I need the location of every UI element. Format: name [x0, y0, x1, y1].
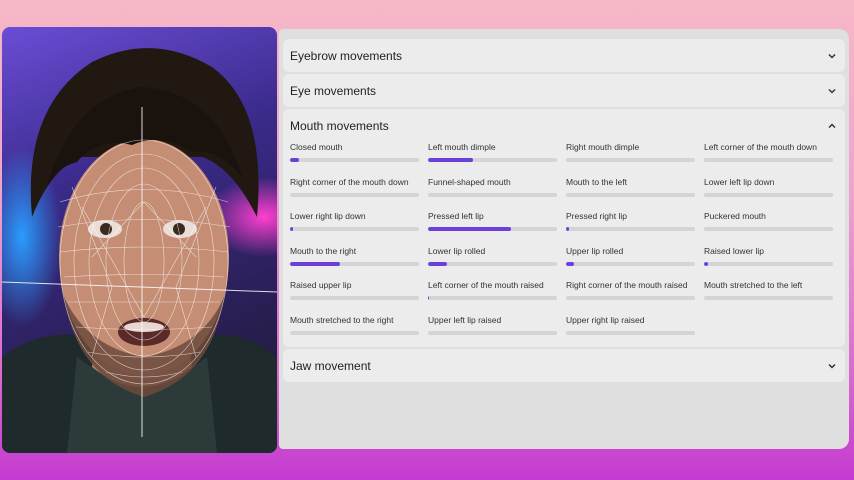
movement-progress-bar	[428, 296, 557, 300]
movement-progress-bar	[566, 296, 695, 300]
movement-progress-bar	[566, 227, 695, 231]
section-title: Eye movements	[290, 84, 377, 98]
movement-progress-bar	[428, 330, 557, 335]
movement-progress-bar	[290, 261, 419, 266]
movement-label: Upper lip rolled	[566, 245, 624, 256]
movement-item: Mouth to the left	[566, 177, 696, 197]
movement-item: Funnel-shaped mouth	[428, 177, 558, 197]
movement-label: Mouth to the left	[566, 176, 627, 187]
movement-label: Funnel-shaped mouth	[428, 176, 511, 187]
section-eyebrow-movements[interactable]: Eyebrow movements	[283, 39, 845, 72]
chevron-up-icon[interactable]	[827, 121, 837, 131]
section-mouth-movements[interactable]: Mouth movements Closed mouth Left mouth d…	[283, 109, 845, 347]
movement-progress-bar	[290, 296, 419, 300]
movement-progress-fill	[428, 261, 448, 266]
chevron-down-icon[interactable]	[827, 361, 837, 371]
movement-progress-fill	[566, 261, 574, 266]
movement-label: Right mouth dimple	[566, 142, 640, 152]
movement-label: Raised upper lip	[290, 280, 352, 290]
movement-progress-bar	[428, 227, 557, 231]
movement-progress-bar	[566, 192, 695, 197]
chevron-down-icon[interactable]	[827, 86, 837, 96]
chevron-down-icon[interactable]	[827, 51, 837, 61]
movement-label: Left mouth dimple	[428, 142, 496, 152]
movement-item: Upper lip rolled	[566, 246, 696, 266]
movement-item: Lower left lip down	[704, 177, 834, 197]
movement-progress-bar	[704, 158, 833, 162]
movement-progress-bar	[704, 192, 833, 197]
movement-progress-bar	[566, 330, 695, 335]
movement-item: Puckered mouth	[704, 211, 834, 231]
movement-label: Raised lower lip	[704, 245, 764, 256]
movement-item: Closed mouth	[290, 142, 420, 162]
section-eye-movements[interactable]: Eye movements	[283, 74, 845, 107]
face-mesh-preview	[2, 48, 277, 453]
camera-feed	[2, 27, 277, 453]
movement-label: Right corner of the mouth raised	[566, 280, 688, 290]
movement-progress-bar	[290, 330, 419, 335]
movement-label: Mouth to the right	[290, 245, 357, 256]
movement-label: Mouth stretched to the left	[704, 280, 803, 290]
movement-item: Mouth stretched to the right	[290, 315, 420, 335]
movement-progress-fill	[428, 227, 511, 231]
movement-item: Pressed left lip	[428, 211, 558, 231]
movement-item: Lower lip rolled	[428, 246, 558, 266]
section-jaw-movement[interactable]: Jaw movement	[283, 349, 845, 382]
movement-item: Left corner of the mouth raised	[428, 280, 558, 300]
movement-label: Lower left lip down	[704, 176, 775, 187]
movement-progress-bar	[428, 158, 557, 162]
movement-label: Lower lip rolled	[428, 245, 486, 256]
movement-progress-bar	[290, 227, 419, 231]
movement-progress-bar	[290, 192, 419, 197]
section-title: Mouth movements	[290, 119, 389, 133]
section-title: Eyebrow movements	[290, 49, 403, 63]
movement-item: Raised lower lip	[704, 246, 834, 266]
movement-progress-bar	[704, 296, 833, 300]
movement-item: Right corner of the mouth down	[290, 177, 420, 197]
movement-label: Right corner of the mouth down	[290, 176, 409, 187]
movement-label: Lower right lip down	[290, 211, 366, 221]
movement-progress-fill	[290, 227, 293, 231]
movement-label: Mouth stretched to the right	[290, 314, 394, 325]
movement-progress-bar	[290, 158, 419, 162]
movement-item: Right mouth dimple	[566, 142, 696, 162]
section-title: Jaw movement	[290, 359, 371, 373]
movement-label: Upper right lip raised	[566, 314, 645, 325]
movement-label: Pressed left lip	[428, 211, 484, 221]
movement-progress-bar	[566, 261, 695, 266]
movement-progress-fill	[428, 158, 474, 162]
movement-item: Pressed right lip	[566, 211, 696, 231]
movement-label: Closed mouth	[290, 142, 343, 152]
facial-movements-panel: Eyebrow movements Eye movements Mouth mo…	[279, 29, 849, 449]
movement-label: Puckered mouth	[704, 211, 766, 221]
movement-item: Mouth to the right	[290, 246, 420, 266]
movement-item: Left corner of the mouth down	[704, 142, 834, 162]
movement-item: Raised upper lip	[290, 280, 420, 300]
movement-progress-fill	[566, 227, 569, 231]
movement-progress-bar	[704, 261, 833, 266]
movement-item: Mouth stretched to the left	[704, 280, 834, 300]
movement-progress-fill	[290, 158, 300, 162]
movement-item: Upper left lip raised	[428, 315, 558, 335]
movement-progress-bar	[704, 227, 833, 231]
movement-progress-bar	[566, 158, 695, 162]
movement-item: Right corner of the mouth raised	[566, 280, 696, 300]
movement-item: Left mouth dimple	[428, 142, 558, 162]
movement-item: Upper right lip raised	[566, 315, 696, 335]
movement-label: Upper left lip raised	[428, 314, 502, 325]
movement-label: Left corner of the mouth raised	[428, 280, 544, 290]
movement-label: Pressed right lip	[566, 211, 627, 221]
movement-item: Lower right lip down	[290, 211, 420, 231]
movement-progress-bar	[428, 192, 557, 197]
movement-progress-bar	[428, 261, 557, 266]
movement-progress-fill	[704, 261, 708, 266]
movement-progress-fill	[428, 296, 430, 300]
movement-progress-fill	[290, 261, 341, 266]
movement-label: Left corner of the mouth down	[704, 142, 817, 152]
